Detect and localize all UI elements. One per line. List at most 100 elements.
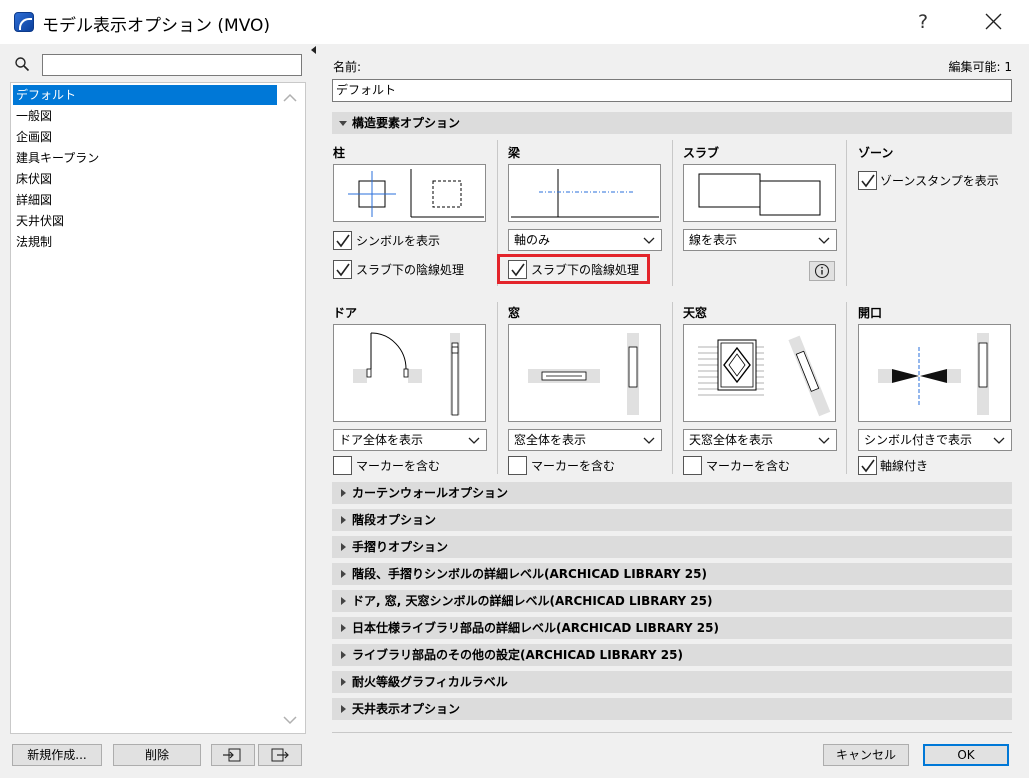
highlight-box: [497, 254, 650, 284]
section-title: 日本仕様ライブラリ部品の詳細レベル(ARCHICAD LIBRARY 25): [352, 621, 719, 635]
expanded-triangle-icon: [339, 121, 347, 126]
name-input[interactable]: デフォルト: [332, 79, 1012, 102]
divider: [846, 140, 847, 286]
list-item[interactable]: 法規制: [13, 232, 277, 252]
window-marker-checkbox[interactable]: [508, 456, 527, 475]
import-button[interactable]: [211, 744, 255, 766]
collapsed-section-header[interactable]: カーテンウォールオプション: [332, 482, 1012, 504]
column-title: 柱: [333, 146, 346, 160]
section-title: 耐火等級グラフィカルラベル: [352, 675, 508, 689]
close-button[interactable]: [976, 8, 1010, 36]
door-display-dropdown[interactable]: ドア全体を表示: [333, 429, 487, 451]
collapsed-triangle-icon: [341, 516, 346, 524]
collapsed-triangle-icon: [341, 489, 346, 497]
delete-button[interactable]: 削除: [113, 744, 201, 766]
collapsed-section-header[interactable]: ドア, 窓, 天窓シンボルの詳細レベル(ARCHICAD LIBRARY 25): [332, 590, 1012, 612]
list-item[interactable]: デフォルト: [13, 85, 277, 105]
dropdown-value: ドア全体を表示: [339, 433, 424, 447]
column-preview-image: [333, 164, 486, 222]
list-item[interactable]: 建具キープラン: [13, 148, 277, 168]
cancel-button[interactable]: キャンセル: [823, 744, 909, 766]
mvo-combination-list[interactable]: デフォルト 一般図 企画図 建具キープラン 床伏図 詳細図 天井伏図 法規制: [10, 82, 306, 734]
collapsed-triangle-icon: [341, 651, 346, 659]
dropdown-value: 窓全体を表示: [514, 433, 587, 447]
door-preview-image: [333, 324, 486, 422]
slab-preview-image: [683, 164, 836, 222]
opening-title: 開口: [858, 306, 883, 320]
collapsed-triangle-icon: [341, 597, 346, 605]
chevron-down-icon: [818, 437, 830, 444]
search-input[interactable]: [42, 54, 302, 76]
chevron-down-icon: [643, 437, 655, 444]
list-item[interactable]: 企画図: [13, 127, 277, 147]
archicad-app-icon: [14, 12, 34, 32]
info-icon: [814, 263, 830, 279]
list-item[interactable]: 詳細図: [13, 190, 277, 210]
skylight-preview-image: [683, 324, 836, 422]
collapsed-section-header[interactable]: 階段オプション: [332, 509, 1012, 531]
new-combination-button[interactable]: 新規作成...: [12, 744, 102, 766]
collapsed-section-header[interactable]: 耐火等級グラフィカルラベル: [332, 671, 1012, 693]
collapsed-section-header[interactable]: 天井表示オプション: [332, 698, 1012, 720]
list-item[interactable]: 天井伏図: [13, 211, 277, 231]
chevron-down-icon: [468, 437, 480, 444]
door-title: ドア: [333, 306, 358, 320]
name-label: 名前:: [333, 60, 362, 74]
collapsed-triangle-icon: [341, 624, 346, 632]
zone-title: ゾーン: [858, 146, 894, 160]
info-button[interactable]: [809, 261, 835, 281]
dropdown-value: 天窓全体を表示: [689, 433, 774, 447]
slab-title: スラブ: [683, 146, 720, 160]
zone-stamp-label: ゾーンスタンプを表示: [880, 174, 999, 188]
column-shading-checkbox[interactable]: [333, 260, 352, 279]
section-title: 階段、手摺りシンボルの詳細レベル(ARCHICAD LIBRARY 25): [352, 567, 707, 581]
column-show-symbol-checkbox[interactable]: [333, 231, 352, 250]
dropdown-value: 線を表示: [689, 233, 738, 247]
window-preview-image: [508, 324, 661, 422]
section-title: 天井表示オプション: [352, 702, 461, 716]
opening-axis-checkbox[interactable]: [858, 456, 877, 475]
dropdown-value: シンボル付きで表示: [864, 433, 973, 447]
collapsed-section-header[interactable]: ライブラリ部品のその他の設定(ARCHICAD LIBRARY 25): [332, 644, 1012, 666]
help-button[interactable]: ?: [906, 8, 940, 36]
window-display-dropdown[interactable]: 窓全体を表示: [508, 429, 662, 451]
window-marker-label: マーカーを含む: [531, 459, 616, 473]
skylight-marker-checkbox[interactable]: [683, 456, 702, 475]
door-marker-checkbox[interactable]: [333, 456, 352, 475]
opening-preview-image: [858, 324, 1011, 422]
structural-options-header[interactable]: 構造要素オプション: [332, 112, 1012, 134]
collapsed-section-header[interactable]: 手摺りオプション: [332, 536, 1012, 558]
collapsed-section-header[interactable]: 階段、手摺りシンボルの詳細レベル(ARCHICAD LIBRARY 25): [332, 563, 1012, 585]
ok-button[interactable]: OK: [923, 744, 1009, 766]
slab-display-dropdown[interactable]: 線を表示: [683, 229, 837, 251]
zone-stamp-checkbox[interactable]: [858, 171, 877, 190]
export-button[interactable]: [258, 744, 302, 766]
opening-axis-label: 軸線付き: [880, 459, 929, 473]
window-title: モデル表示オプション (MVO): [42, 16, 271, 36]
import-icon: [223, 748, 241, 762]
divider: [332, 732, 1012, 733]
beam-preview-image: [508, 164, 661, 222]
section-title: カーテンウォールオプション: [352, 486, 509, 500]
collapsed-triangle-icon: [341, 705, 346, 713]
skylight-title: 天窓: [683, 306, 708, 320]
chevron-down-icon: [993, 437, 1005, 444]
export-icon: [271, 748, 289, 762]
column-show-symbol-label: シンボルを表示: [356, 234, 441, 248]
section-title: 手摺りオプション: [352, 540, 449, 554]
divider: [497, 302, 498, 474]
beam-display-dropdown[interactable]: 軸のみ: [508, 229, 662, 251]
list-item[interactable]: 床伏図: [13, 169, 277, 189]
list-item[interactable]: 一般図: [13, 106, 277, 126]
scroll-down-chevron-icon[interactable]: [282, 712, 298, 728]
collapse-panel-arrow-icon[interactable]: [311, 46, 316, 54]
close-icon: [985, 13, 1002, 30]
collapsed-triangle-icon: [341, 570, 346, 578]
chevron-down-icon: [818, 237, 830, 244]
scroll-up-chevron-icon[interactable]: [282, 90, 298, 106]
opening-display-dropdown[interactable]: シンボル付きで表示: [858, 429, 1012, 451]
column-shading-label: スラブ下の陰線処理: [356, 263, 465, 277]
collapsed-section-header[interactable]: 日本仕様ライブラリ部品の詳細レベル(ARCHICAD LIBRARY 25): [332, 617, 1012, 639]
beam-title: 梁: [508, 146, 521, 160]
skylight-display-dropdown[interactable]: 天窓全体を表示: [683, 429, 837, 451]
